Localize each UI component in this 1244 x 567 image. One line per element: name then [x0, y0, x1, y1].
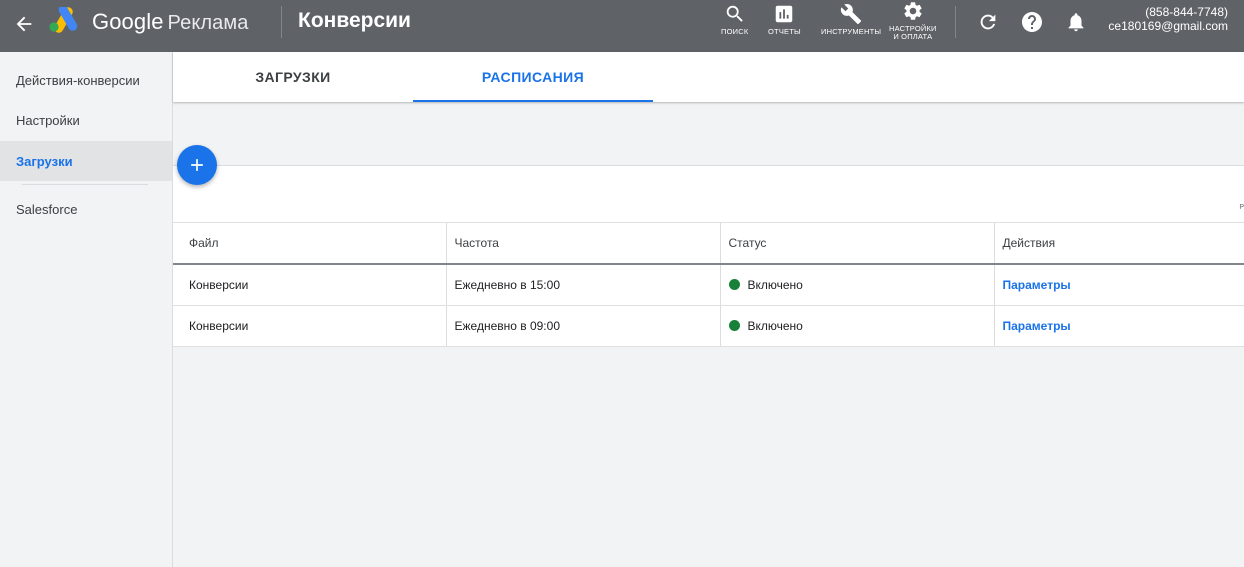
search-icon: [726, 5, 743, 22]
table-header-row: Файл Частота Статус Действия: [173, 223, 1244, 265]
cell-frequency: Ежедневно в 09:00: [445, 305, 720, 347]
status-enabled-dot-icon: [728, 278, 740, 290]
tools-label: ИНСТРУМЕНТЫ: [821, 27, 882, 36]
header-divider: [281, 6, 282, 38]
help-button[interactable]: [1020, 10, 1044, 34]
status-text: Включено: [747, 318, 803, 333]
sidebar-item-uploads[interactable]: Загрузки: [0, 141, 172, 181]
sidebar-divider: [22, 184, 148, 185]
status-text: Включено: [747, 277, 803, 292]
page-title: Конверсии: [298, 9, 411, 32]
schedules-card: Р Файл Частота Статус Действия Конверсии…: [173, 165, 1244, 347]
top-app-bar: Google Реклама Конверсии ПОИСК ОТЧЕТЫ ИНС…: [0, 0, 1244, 52]
wrench-icon: [841, 4, 862, 25]
parameters-link[interactable]: Параметры: [1003, 278, 1071, 292]
table-row: Конверсии Ежедневно в 09:00 Включено Пар…: [173, 305, 1244, 347]
settings-billing-label: НАСТРОЙКИ И ОПЛАТА: [889, 25, 937, 41]
sidebar-item-salesforce[interactable]: Salesforce: [0, 189, 172, 229]
settings-billing-label-line2: И ОПЛАТА: [893, 32, 933, 41]
left-navigation: Действия-конверсии Настройки Загрузки Sa…: [0, 52, 173, 567]
column-header-frequency[interactable]: Частота: [445, 223, 720, 265]
brand-google: Google: [92, 9, 164, 34]
search-button[interactable]: ПОИСК: [721, 3, 748, 36]
status-enabled-dot-icon: [728, 319, 740, 331]
refresh-button[interactable]: [976, 10, 1000, 34]
brand-title[interactable]: Google Реклама: [92, 9, 248, 35]
sidebar-item-label: Действия-конверсии: [16, 72, 140, 88]
tab-label: РАСПИСАНИЯ: [481, 69, 585, 85]
plus-icon: [191, 159, 203, 171]
bell-icon: [1068, 13, 1084, 32]
cell-status: Включено: [719, 264, 994, 306]
tools-button[interactable]: ИНСТРУМЕНТЫ: [821, 3, 881, 36]
gear-icon: [904, 2, 922, 20]
cell-frequency: Ежедневно в 15:00: [445, 264, 720, 306]
brand-product: Реклама: [167, 12, 249, 34]
reports-button[interactable]: ОТЧЕТЫ: [768, 3, 801, 36]
tools-divider: [955, 6, 956, 38]
cell-status: Включено: [719, 305, 994, 347]
cell-actions: Параметры: [993, 264, 1244, 306]
account-email: ce180169@gmail.com: [1108, 19, 1228, 33]
table-row: Конверсии Ежедневно в 15:00 Включено Пар…: [173, 264, 1244, 306]
cell-file: Конверсии: [173, 305, 446, 347]
tab-label: ЗАГРУЗКИ: [255, 69, 331, 85]
account-phone: (858-844-7748): [1145, 5, 1228, 19]
add-schedule-button[interactable]: [177, 145, 217, 185]
notifications-button[interactable]: [1064, 10, 1088, 34]
reports-icon: [776, 5, 793, 23]
sidebar-item-label: Настройки: [16, 112, 80, 128]
cell-file: Конверсии: [173, 264, 446, 306]
tab-schedules[interactable]: РАСПИСАНИЯ: [413, 52, 653, 102]
refresh-icon: [980, 14, 996, 30]
column-header-file[interactable]: Файл: [173, 223, 446, 265]
google-ads-logo-icon: [47, 5, 81, 33]
sidebar-item-settings[interactable]: Настройки: [0, 100, 172, 140]
settings-billing-button[interactable]: НАСТРОЙКИ И ОПЛАТА: [889, 0, 937, 41]
column-header-status[interactable]: Статус: [719, 223, 994, 265]
sidebar-item-label: Salesforce: [16, 201, 78, 217]
sidebar-item-conversion-actions[interactable]: Действия-конверсии: [0, 60, 172, 100]
cell-actions: Параметры: [993, 305, 1244, 347]
schedules-table: Файл Частота Статус Действия Конверсии Е…: [173, 223, 1244, 347]
back-arrow-icon[interactable]: [10, 10, 38, 38]
table-toolbar: Р: [173, 166, 1244, 223]
reports-label: ОТЧЕТЫ: [768, 27, 801, 36]
search-label: ПОИСК: [721, 27, 749, 36]
toolbar-cut-label: Р: [1239, 204, 1244, 211]
tab-bar: ЗАГРУЗКИ РАСПИСАНИЯ: [173, 52, 1244, 102]
account-switcher[interactable]: (858-844-7748) ce180169@gmail.com: [1108, 5, 1228, 33]
parameters-link[interactable]: Параметры: [1003, 319, 1071, 333]
help-icon: [1022, 12, 1042, 32]
sidebar-item-label: Загрузки: [16, 153, 73, 169]
tab-uploads[interactable]: ЗАГРУЗКИ: [173, 52, 413, 102]
column-header-actions: Действия: [993, 223, 1244, 265]
